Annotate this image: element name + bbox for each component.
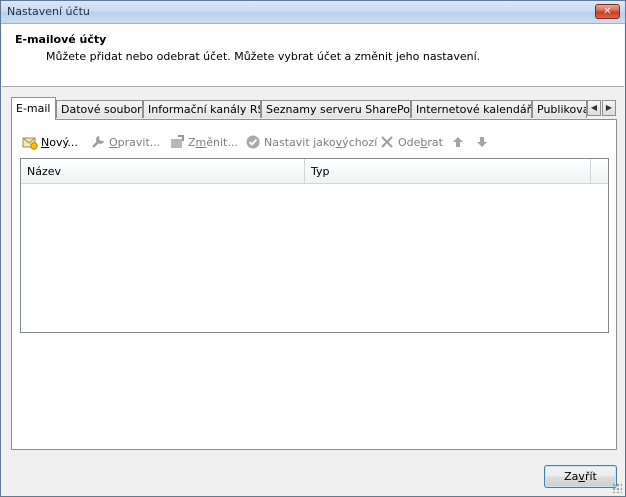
wrench-icon [92,135,105,148]
account-settings-window: Nastavení účtu ✕ E-mailové účty Můžete p… [0,0,626,497]
close-label-pre: Za [564,470,579,483]
column-header-type[interactable]: Typ [305,159,591,183]
tab-sharepoint-lists[interactable]: Seznamy serveru SharePoint [261,100,411,118]
remove-button[interactable]: Ode b rat [379,134,443,150]
column-header-name[interactable]: Název [21,159,305,183]
close-label-post: řít [584,470,597,483]
section-title: E-mailové účty [15,33,107,46]
email-tab-panel: Nový... Opravit... Zm ěnit... Nastavit j… [11,119,617,450]
repair-label-post: pravit... [117,135,161,149]
set-default-button[interactable]: Nastavit jako v ýchozí [245,134,377,150]
resize-grip[interactable] [612,483,622,493]
default-label-post: ýchozí [342,135,378,149]
change-settings-icon [171,135,184,148]
tab-published-calendars[interactable]: Publikovan [532,100,587,118]
window-title: Nastavení účtu [7,5,90,18]
tab-scroll-left-button[interactable]: ◀ [587,100,601,116]
arrow-up-icon [453,137,463,147]
tab-data-files[interactable]: Datové soubory [56,100,143,118]
title-bar[interactable]: Nastavení účtu ✕ [1,1,625,24]
list-header: Název Typ [21,159,608,184]
default-label-pre: Nastavit jako [264,135,336,149]
repair-button[interactable]: Opravit... [90,134,160,150]
close-button[interactable]: Zavřít [544,465,617,488]
change-label-key: m [195,135,207,149]
new-label-post: ový... [49,135,78,149]
account-toolbar: Nový... Opravit... Zm ěnit... Nastavit j… [22,132,612,152]
section-description: Můžete přidat nebo odebrat účet. Můžete … [46,50,481,63]
move-down-button[interactable] [474,134,493,150]
tab-internet-calendars[interactable]: Internetové kalendáře [411,100,532,118]
remove-label-key: b [420,135,428,149]
remove-x-icon [381,136,393,148]
new-account-icon [22,137,38,150]
new-account-button[interactable]: Nový... [22,134,78,150]
change-button[interactable]: Zm ěnit... [169,134,238,150]
header-panel: E-mailové účty Můžete přidat nebo odebra… [2,24,624,87]
tab-rss-feeds[interactable]: Informační kanály RSS [143,100,261,118]
arrow-down-icon [477,137,487,147]
remove-label-post: rat [427,135,443,149]
move-up-button[interactable] [450,134,469,150]
change-label-post: ěnit... [206,135,238,149]
account-list[interactable]: Název Typ [20,158,609,333]
change-label-pre: Z [188,135,196,149]
remove-label-pre: Ode [398,135,421,149]
tab-email[interactable]: E-mail [11,97,56,120]
repair-label-key: O [109,135,118,149]
window-close-button[interactable]: ✕ [595,4,620,19]
check-circle-icon [246,135,260,149]
tab-strip: E-mail Datové soubory Informační kanály … [11,97,617,120]
new-label-key: N [41,135,50,149]
tab-scroll-right-button[interactable]: ▶ [602,100,616,116]
